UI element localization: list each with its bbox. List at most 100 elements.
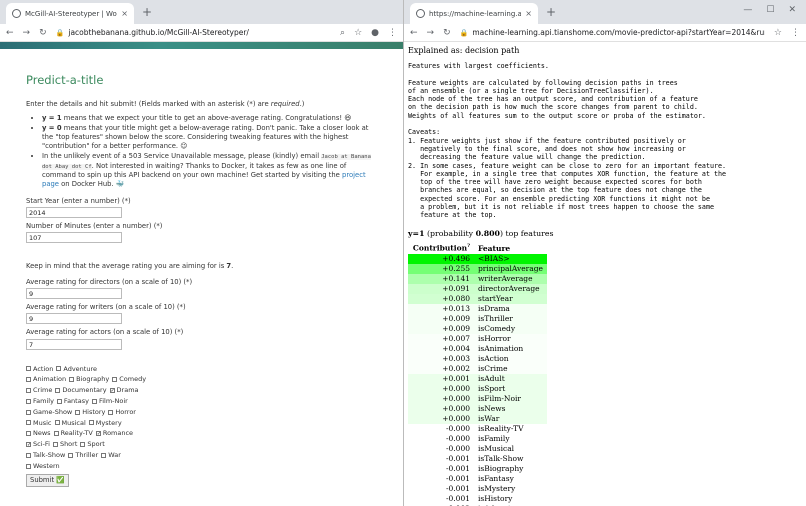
unchecked-box-icon[interactable] xyxy=(75,409,81,415)
feature-cell: startYear xyxy=(478,293,513,303)
genre-checkboxes: Action Adventure Animation Biography Comedy C… xyxy=(26,364,377,472)
genre-checkbox[interactable]: Western xyxy=(26,462,60,471)
genre-checkbox[interactable]: War xyxy=(101,451,121,460)
genre-checkbox[interactable]: Thriller xyxy=(68,451,98,460)
genre-checkbox[interactable]: Music xyxy=(26,419,52,428)
bookmark-star-icon[interactable]: ☆ xyxy=(354,28,362,38)
genre-checkbox[interactable]: News xyxy=(26,429,51,438)
genre-checkbox[interactable]: Action xyxy=(26,365,53,374)
genre-checkbox[interactable]: ✓ Romance xyxy=(95,429,133,438)
feature-cell: isFilm-Noir xyxy=(478,393,521,403)
unchecked-box-icon[interactable] xyxy=(54,420,60,426)
unchecked-box-icon[interactable] xyxy=(108,409,114,415)
unchecked-box-icon[interactable] xyxy=(101,452,107,458)
genre-label: Biography xyxy=(76,375,110,384)
genre-checkbox[interactable]: Adventure xyxy=(56,365,97,374)
list-item: y = 1 means that we expect your title to… xyxy=(42,114,377,123)
contribution-cell: +0.091 xyxy=(442,283,470,293)
genre-checkbox[interactable]: Crime xyxy=(26,386,52,395)
reload-icon[interactable]: ↻ xyxy=(39,28,47,38)
genre-checkbox[interactable]: Biography xyxy=(69,375,109,384)
genre-checkbox[interactable]: Comedy xyxy=(112,375,146,384)
feature-cell: isAction xyxy=(478,353,509,363)
unchecked-box-icon[interactable] xyxy=(55,388,61,394)
unchecked-box-icon[interactable] xyxy=(80,442,86,448)
unchecked-box-icon[interactable] xyxy=(26,409,31,415)
genre-checkbox[interactable]: Reality-TV xyxy=(53,429,93,438)
back-icon[interactable]: ← xyxy=(6,28,14,38)
number-input[interactable]: 9 xyxy=(26,288,122,300)
unchecked-box-icon[interactable] xyxy=(26,388,31,394)
unchecked-box-icon[interactable] xyxy=(26,420,31,426)
number-input[interactable]: 107 xyxy=(26,231,122,243)
unchecked-box-icon[interactable] xyxy=(26,398,31,404)
close-window-icon[interactable]: ✕ xyxy=(788,5,796,15)
genre-checkbox[interactable]: Animation xyxy=(26,375,66,384)
checked-box-icon[interactable]: ✓ xyxy=(95,431,101,437)
table-row: +0.000 isNews xyxy=(408,403,547,414)
new-tab-button[interactable]: + xyxy=(546,5,556,19)
minimize-icon[interactable]: — xyxy=(743,5,752,15)
account-icon[interactable]: ● xyxy=(371,28,379,38)
contribution-cell: +0.255 xyxy=(442,263,470,273)
zoom-icon[interactable]: ⌕ xyxy=(340,28,345,38)
unchecked-box-icon[interactable] xyxy=(26,366,31,372)
genre-checkbox[interactable]: Sport xyxy=(80,440,105,449)
address-bar[interactable]: 🔒 jacobthebanana.github.io/McGill-AI-Ste… xyxy=(56,28,331,37)
genre-checkbox[interactable]: Mystery xyxy=(88,419,122,428)
close-tab-icon[interactable]: × xyxy=(121,9,128,18)
number-input[interactable]: 9 xyxy=(26,313,122,325)
genre-checkbox[interactable]: Documentary xyxy=(55,386,107,395)
checked-box-icon[interactable]: ✓ xyxy=(109,388,115,394)
close-tab-icon[interactable]: × xyxy=(525,9,532,18)
unchecked-box-icon[interactable] xyxy=(56,366,62,372)
browser-tab[interactable]: https://machine-learning.api.tia... × xyxy=(410,3,538,24)
genre-checkbox[interactable]: ✓ Drama xyxy=(109,386,139,395)
genre-checkbox[interactable]: History xyxy=(75,408,105,417)
number-input[interactable]: 7 xyxy=(26,338,122,350)
unchecked-box-icon[interactable] xyxy=(53,431,59,437)
table-row: +0.000 isFilm-Noir xyxy=(408,393,547,404)
forward-icon[interactable]: → xyxy=(427,28,435,38)
unchecked-box-icon[interactable] xyxy=(26,431,31,437)
genre-checkbox[interactable]: Fantasy xyxy=(56,397,89,406)
genre-checkbox[interactable]: ✓ Sci-Fi xyxy=(26,440,50,449)
unchecked-box-icon[interactable] xyxy=(26,377,31,383)
unchecked-box-icon[interactable] xyxy=(91,398,97,404)
address-bar[interactable]: 🔒 machine-learning.api.tianshome.com/mov… xyxy=(460,28,765,37)
genre-checkbox[interactable]: Horror xyxy=(108,408,136,417)
genre-checkbox[interactable]: Talk-Show xyxy=(26,451,65,460)
back-icon[interactable]: ← xyxy=(410,28,418,38)
maximize-icon[interactable]: ☐ xyxy=(766,5,774,15)
menu-icon[interactable]: ⋮ xyxy=(388,28,397,38)
table-row: +0.080 startYear xyxy=(408,293,547,304)
unchecked-box-icon[interactable] xyxy=(26,452,31,458)
unchecked-box-icon[interactable] xyxy=(68,452,74,458)
unchecked-box-icon[interactable] xyxy=(56,398,62,404)
reload-icon[interactable]: ↻ xyxy=(443,28,451,38)
genre-checkbox[interactable]: Game-Show xyxy=(26,408,72,417)
feature-cell: writerAverage xyxy=(478,273,533,283)
feature-cell: isCrime xyxy=(478,363,508,373)
unchecked-box-icon[interactable] xyxy=(88,420,94,426)
genre-checkbox[interactable]: Film-Noir xyxy=(91,397,128,406)
submit-button[interactable]: Submit ✅ xyxy=(26,473,69,487)
unchecked-box-icon[interactable] xyxy=(69,377,75,383)
new-tab-button[interactable]: + xyxy=(142,5,152,19)
forward-icon[interactable]: → xyxy=(23,28,31,38)
checked-box-icon[interactable]: ✓ xyxy=(26,442,31,448)
unchecked-box-icon[interactable] xyxy=(52,442,58,448)
number-input[interactable]: 2014 xyxy=(26,206,122,218)
unchecked-box-icon[interactable] xyxy=(112,377,118,383)
contribution-cell: +0.000 xyxy=(442,413,470,423)
unchecked-box-icon[interactable] xyxy=(26,463,31,469)
genre-checkbox[interactable]: Family xyxy=(26,397,54,406)
genre-checkbox[interactable]: Musical xyxy=(54,419,86,428)
menu-icon[interactable]: ⋮ xyxy=(791,28,800,38)
info-list: y = 1 means that we expect your title to… xyxy=(42,114,377,190)
tab-title: McGill-AI-Stereotyper | Would the... xyxy=(25,9,117,18)
bookmark-star-icon[interactable]: ☆ xyxy=(774,28,782,38)
genre-label: Animation xyxy=(33,375,67,384)
browser-tab[interactable]: McGill-AI-Stereotyper | Would the... × xyxy=(6,3,134,24)
genre-checkbox[interactable]: Short xyxy=(52,440,77,449)
